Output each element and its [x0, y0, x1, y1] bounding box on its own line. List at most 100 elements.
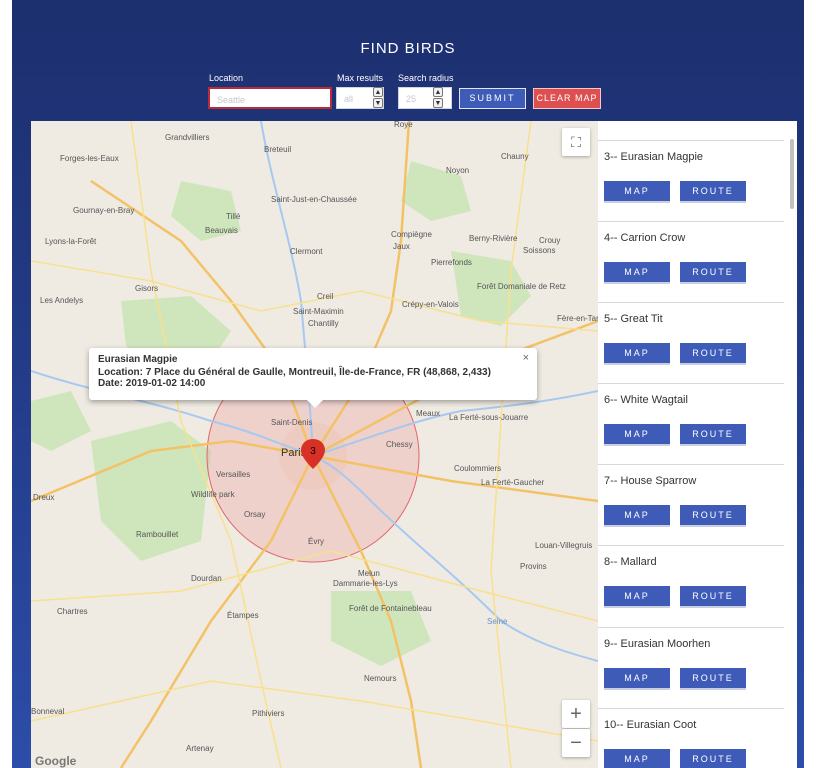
place-label: Roye — [394, 121, 413, 129]
results-list[interactable]: 3-- Eurasian Magpie MAP ROUTE 4-- Carrio… — [598, 121, 797, 768]
map-button[interactable]: MAP — [604, 505, 670, 527]
clear-map-button[interactable]: CLEAR MAP — [533, 88, 601, 109]
place-label: Gournay-en-Bray — [73, 206, 134, 215]
list-item: 9-- Eurasian Moorhen MAP ROUTE — [598, 627, 784, 707]
route-button[interactable]: ROUTE — [680, 505, 746, 527]
bird-name: 4-- Carrion Crow — [604, 232, 686, 244]
place-label: Creil — [317, 292, 334, 301]
fullscreen-icon[interactable]: ⛶ — [562, 128, 590, 156]
place-label: Beauvais — [205, 226, 238, 235]
map-button[interactable]: MAP — [604, 586, 670, 608]
place-label: Nemours — [364, 674, 396, 683]
location-label: Location — [209, 73, 244, 83]
place-label: Étampes — [227, 611, 259, 620]
page-frame: FIND BIRDS Location Max results Search r… — [12, 0, 804, 768]
place-label: Saint-Denis — [271, 418, 312, 427]
bird-name: 10-- Eurasian Coot — [604, 719, 697, 731]
place-label: Dammarie-les-Lys — [333, 579, 398, 588]
place-label: Saint-Just-en-Chaussée — [271, 195, 357, 204]
map-button[interactable]: MAP — [604, 343, 670, 365]
place-label: Saint-Maximin — [293, 307, 344, 316]
bird-name: 9-- Eurasian Moorhen — [604, 638, 711, 650]
bird-name: 3-- Eurasian Magpie — [604, 151, 704, 163]
place-label: Louan-Villegruis — [535, 541, 592, 550]
place-label: Orsay — [244, 510, 265, 519]
place-label: Rambouillet — [136, 530, 179, 539]
place-label: Forêt Domaniale de Retz — [477, 282, 566, 291]
place-label: Gisors — [135, 284, 158, 293]
place-label: Noyon — [446, 166, 469, 175]
list-item: 4-- Carrion Crow MAP ROUTE — [598, 221, 784, 301]
place-label: Coulommiers — [454, 464, 501, 473]
page-title: FIND BIRDS — [360, 40, 456, 57]
place-label: Dreux — [33, 493, 54, 502]
info-window-date: Date: 2019-01-02 14:00 — [98, 378, 206, 389]
map-button[interactable]: MAP — [604, 262, 670, 284]
list-item: 5-- Great Tit MAP ROUTE — [598, 302, 784, 382]
list-item: 6-- White Wagtail MAP ROUTE — [598, 383, 784, 463]
place-label: Crouy — [539, 236, 560, 245]
list-item: 3-- Eurasian Magpie MAP ROUTE — [598, 140, 784, 220]
map-view[interactable]: Grandvilliers Breteuil Roye Chauny Forge… — [31, 121, 598, 768]
place-label: Pierrefonds — [431, 258, 472, 267]
radius-down-icon[interactable]: ▼ — [433, 98, 443, 108]
map-tiles: Grandvilliers Breteuil Roye Chauny Forge… — [31, 121, 598, 768]
zoom-out-button[interactable]: − — [562, 729, 590, 757]
map-button[interactable]: MAP — [604, 749, 670, 768]
route-button[interactable]: ROUTE — [680, 181, 746, 203]
max-results-down-icon[interactable]: ▼ — [373, 98, 383, 108]
place-label: Provins — [520, 562, 547, 571]
place-label: Fère-en-Tar — [557, 314, 598, 323]
radius-up-icon[interactable]: ▲ — [433, 87, 443, 97]
results-scrollbar[interactable] — [790, 139, 794, 209]
place-label: Berny-Rivière — [469, 234, 518, 243]
info-window-tail — [307, 400, 323, 408]
place-label: Breteuil — [264, 145, 291, 154]
list-item: 8-- Mallard MAP ROUTE — [598, 545, 784, 625]
place-label: Lyons-la-Forêt — [45, 237, 97, 246]
route-button[interactable]: ROUTE — [680, 749, 746, 768]
max-results-label: Max results — [337, 73, 384, 83]
route-button[interactable]: ROUTE — [680, 586, 746, 608]
zoom-in-button[interactable]: + — [562, 700, 590, 728]
place-label: Bonneval — [31, 707, 65, 716]
route-button[interactable]: ROUTE — [680, 668, 746, 690]
marker-count: 3 — [310, 446, 316, 457]
place-label: La Ferté-sous-Jouarre — [449, 413, 529, 422]
place-label: Compiègne — [391, 230, 432, 239]
place-label: Chauny — [501, 152, 529, 161]
place-label: Soissons — [523, 246, 555, 255]
place-label: Chessy — [386, 440, 413, 449]
place-label: Chantilly — [308, 319, 339, 328]
place-label: Seine — [487, 617, 508, 626]
map-button[interactable]: MAP — [604, 181, 670, 203]
map-button[interactable]: MAP — [604, 424, 670, 446]
location-input[interactable]: Seattle — [208, 87, 332, 109]
bird-name: 6-- White Wagtail — [604, 394, 688, 406]
route-button[interactable]: ROUTE — [680, 262, 746, 284]
place-label: Meaux — [416, 409, 440, 418]
bird-name: 7-- House Sparrow — [604, 475, 697, 487]
place-label: Forêt de Fontainebleau — [349, 604, 432, 613]
place-label: Versailles — [216, 470, 250, 479]
bird-name: 8-- Mallard — [604, 556, 657, 568]
submit-button[interactable]: SUBMIT — [459, 88, 526, 109]
place-label: Forges-les-Eaux — [60, 154, 119, 163]
route-button[interactable]: ROUTE — [680, 343, 746, 365]
place-label: Dourdan — [191, 574, 222, 583]
map-button[interactable]: MAP — [604, 668, 670, 690]
place-label: Jaux — [393, 242, 410, 251]
route-button[interactable]: ROUTE — [680, 424, 746, 446]
place-label: Crépy-en-Valois — [402, 300, 459, 309]
info-window-location: Location: 7 Place du Général de Gaulle, … — [98, 367, 491, 378]
place-label: Évry — [308, 537, 324, 546]
close-icon[interactable]: × — [523, 352, 529, 364]
place-label: Chartres — [57, 607, 88, 616]
google-logo: Google — [35, 754, 77, 768]
place-label: Melun — [358, 569, 380, 578]
search-radius-input[interactable]: 25 — [398, 87, 452, 109]
max-results-up-icon[interactable]: ▲ — [373, 87, 383, 97]
bird-name: 5-- Great Tit — [604, 313, 663, 325]
place-label: Artenay — [186, 744, 214, 753]
info-window: Eurasian Magpie Location: 7 Place du Gén… — [89, 348, 537, 408]
